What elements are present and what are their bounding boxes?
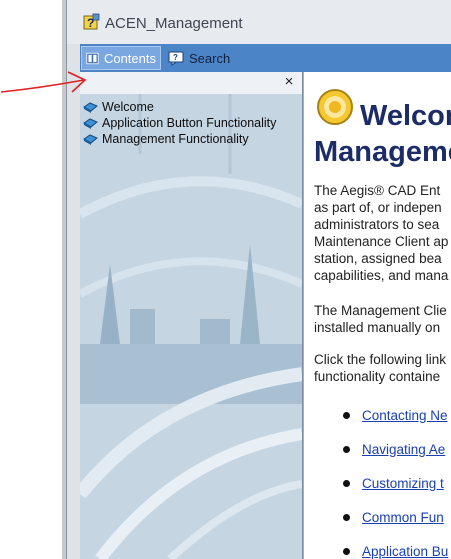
topic-link-list: Contacting Ne Navigating Ae Customizing … <box>343 398 448 559</box>
bullet-dot <box>343 411 350 419</box>
bullet-dot <box>343 513 350 521</box>
intro-paragraph: The Aegis® CAD Ent as part of, or indepe… <box>314 182 448 284</box>
intro-line: administrators to sea <box>314 217 440 232</box>
intro-line: as part of, or indepen <box>314 200 442 215</box>
topic-link[interactable]: Navigating Ae <box>362 442 445 457</box>
tab-contents[interactable]: Contents <box>81 46 161 70</box>
tab-search[interactable]: ? Search <box>164 46 250 70</box>
intro-line: capabilities, and mana <box>314 268 449 283</box>
tree-item-application-button-functionality[interactable]: Application Button Functionality <box>83 115 276 131</box>
close-pane-button[interactable]: × <box>282 74 296 89</box>
paragraph-line: The Management Clie <box>314 303 447 318</box>
topic-link[interactable]: Customizing t <box>362 476 444 491</box>
intro-line: station, assigned bea <box>314 251 442 266</box>
intro-line: Maintenance Client ap <box>314 234 449 249</box>
list-item: Contacting Ne <box>343 398 448 432</box>
topic-heading-line-2: Management <box>314 136 451 168</box>
book-icon <box>86 52 99 64</box>
paragraph-line: installed manually on <box>314 320 441 335</box>
topic-link[interactable]: Common Fun <box>362 510 444 525</box>
tree-item-management-functionality[interactable]: Management Functionality <box>83 131 276 147</box>
contents-pane-header: × <box>80 72 302 94</box>
bullet-dot <box>343 479 350 487</box>
search-balloon-icon: ? <box>168 51 184 66</box>
tree-item-label: Welcome <box>102 100 154 114</box>
tree-item-welcome[interactable]: Welcome <box>83 99 276 115</box>
topic-heading: Welcome Management <box>314 98 451 170</box>
list-item: Application Bu <box>343 534 448 559</box>
tree-item-label: Management Functionality <box>102 132 249 146</box>
help-topic-icon <box>83 133 98 145</box>
tab-search-label: Search <box>189 50 231 66</box>
contents-pane: × Welcome Application Button Functionali… <box>80 72 303 559</box>
bullet-dot <box>343 547 350 555</box>
bullet-dot <box>343 445 350 453</box>
help-app-icon: ? <box>83 13 100 30</box>
management-client-paragraph: The Management Clie installed manually o… <box>314 302 447 336</box>
red-annotation-arrow <box>0 71 87 93</box>
title-bar[interactable]: ? ACEN_Management <box>67 0 451 44</box>
tab-contents-label: Contents <box>103 50 156 66</box>
topic-link[interactable]: Application Bu <box>362 544 448 559</box>
tree-item-label: Application Button Functionality <box>102 116 277 130</box>
links-intro-paragraph: Click the following link functionality c… <box>314 351 446 385</box>
window-title: ACEN_Management <box>105 15 243 32</box>
topic-link[interactable]: Contacting Ne <box>362 408 448 423</box>
help-toolbar: Contents ? Search <box>80 44 451 72</box>
help-window: ? ACEN_Management Contents ? Search × We… <box>66 0 451 559</box>
list-item: Customizing t <box>343 466 448 500</box>
list-item: Navigating Ae <box>343 432 448 466</box>
paragraph-line: functionality containe <box>314 369 441 384</box>
contents-tree: Welcome Application Button Functionality… <box>83 99 276 147</box>
topic-content-pane: Welcome Management The Aegis® CAD Ent as… <box>303 72 451 559</box>
paragraph-line: Click the following link <box>314 352 447 367</box>
city-skyline-background <box>80 94 302 559</box>
svg-text:?: ? <box>173 53 178 62</box>
help-topic-icon <box>83 117 98 129</box>
list-item: Common Fun <box>343 500 448 534</box>
intro-line: The Aegis® CAD Ent <box>314 183 441 198</box>
topic-heading-line-1: Welcome <box>360 100 451 132</box>
